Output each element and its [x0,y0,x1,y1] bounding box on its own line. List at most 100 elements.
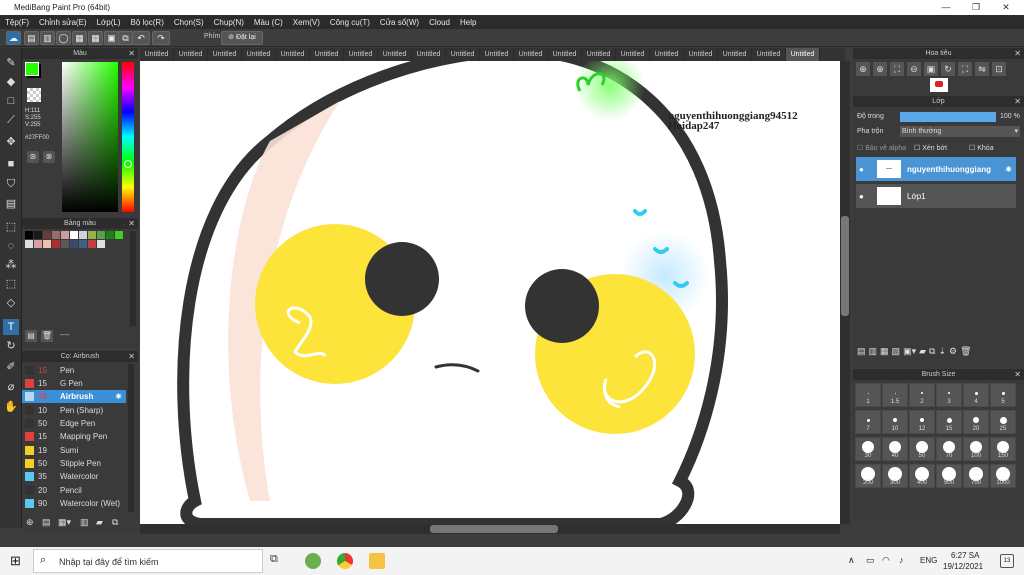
select-pen-icon[interactable]: ⬚ [3,276,19,292]
brush-size-option[interactable]: 50 [909,437,935,461]
gear-icon[interactable]: ✷ [1005,165,1012,174]
brush-size-option[interactable]: 70 [936,437,962,461]
menu-color[interactable]: Màu (C) [249,18,288,27]
brush-size-option[interactable]: 1000 [990,464,1016,488]
tab-document[interactable]: Untitled [140,48,174,61]
bucket-tool-icon[interactable]: ⛉ [3,176,19,192]
folder-icon[interactable]: ▰ [96,517,103,528]
network-icon[interactable]: ◠ [882,555,890,566]
menu-select[interactable]: Chọn(S) [169,18,209,27]
brush-item[interactable]: 50 Edge Pen [22,417,126,430]
menu-window[interactable]: Cửa sổ(W) [375,18,424,27]
brush-size-option[interactable]: 7 [855,410,881,434]
language-indicator[interactable]: ENG [920,556,937,565]
menu-tools[interactable]: Công cụ(T) [325,18,375,27]
hand-tool-icon[interactable]: ✋ [3,399,19,415]
brush-size-option[interactable]: 200 [855,464,881,488]
save-icon[interactable]: ▦ [72,31,87,45]
lock-icon[interactable]: ⊡ [992,62,1006,76]
zoom-in-icon[interactable]: ⊕ [873,62,887,76]
palette-swatch[interactable] [61,231,69,239]
open-icon[interactable]: ▥ [40,31,55,45]
lasso-tool-icon[interactable]: ◌ [3,238,19,254]
menu-cloud[interactable]: Cloud [424,18,455,27]
lock-checkbox[interactable]: ☐ Khóa [969,144,994,152]
tab-document[interactable]: Untitled [446,48,480,61]
brush-item[interactable]: 15 Pen [22,364,126,377]
brush-size-option[interactable]: 25 [990,410,1016,434]
folder-icon[interactable]: ▰ [919,346,926,362]
brush-scrollbar[interactable] [128,364,134,512]
cloud-icon[interactable]: ☁ [6,31,21,45]
color-mix-icon[interactable]: ⊗ [43,151,55,163]
close-icon[interactable]: ✕ [128,48,135,59]
chrome-app-icon[interactable] [337,553,353,569]
add-palette-icon[interactable]: ▤ [25,330,37,342]
speech-bubble-icon[interactable]: ◯ [56,31,71,45]
eraser-tool-icon[interactable]: ◆ [3,74,19,90]
hue-handle[interactable] [124,160,132,168]
palette-swatch[interactable] [79,231,87,239]
add-brush-icon[interactable]: ⊕ [26,517,34,528]
brush-size-option[interactable]: 300 [882,464,908,488]
new-halftone-layer-icon[interactable]: ▥ [869,346,878,362]
tab-document[interactable]: Untitled [378,48,412,61]
palette-swatch[interactable] [70,240,78,248]
fit-icon[interactable]: ⛶ [958,62,972,76]
transform-icon[interactable]: ⧉ [118,31,133,45]
new-brush-icon[interactable]: ▤ [42,517,51,528]
palette-swatch[interactable] [25,231,33,239]
brush-size-option[interactable]: 700 [963,464,989,488]
gradient-tool-icon[interactable]: ▤ [3,196,19,212]
palette-swatch[interactable] [43,240,51,248]
opacity-slider[interactable] [900,112,996,122]
navigator-preview[interactable] [930,78,948,92]
duplicate-icon[interactable]: ⧉ [112,517,118,528]
tab-document[interactable]: Untitled [208,48,242,61]
saturation-value-picker[interactable] [62,62,118,212]
actual-size-icon[interactable]: ▣ [924,62,938,76]
brush-item-airbrush[interactable]: 70 Airbrush ✷ [22,390,126,403]
canvas-vertical-scrollbar[interactable] [840,61,850,524]
medibang-app-icon[interactable] [305,553,321,569]
close-button[interactable]: ✕ [992,0,1020,15]
new-8bit-layer-icon[interactable]: ▦ [880,346,889,362]
brush-item[interactable]: 20 Pencil [22,484,126,497]
battery-icon[interactable]: ▭ [866,555,875,566]
brush-size-option[interactable]: 3 [936,383,962,407]
clock-date[interactable]: 19/12/2021 [943,562,983,571]
brush-size-option[interactable]: 1.5 [882,383,908,407]
flip-icon[interactable]: ⇋ [975,62,989,76]
redo-icon[interactable]: ↷ [152,31,170,45]
tab-document[interactable]: Untitled [548,48,582,61]
chevron-up-icon[interactable]: ∧ [848,555,855,566]
notification-badge[interactable]: 13 [1000,554,1014,568]
tab-document[interactable]: Untitled [616,48,650,61]
operation-tool-icon[interactable]: ↻ [3,338,19,354]
tab-document[interactable]: Untitled [684,48,718,61]
brush-item[interactable]: 90 Watercolor (Wet) [22,497,126,510]
brush-size-option[interactable]: 15 [936,410,962,434]
undo-icon[interactable]: ↶ [132,31,150,45]
tab-document[interactable]: Untitled [718,48,752,61]
panels-icon[interactable]: ▣ [104,31,119,45]
brush-size-option[interactable]: 150 [990,437,1016,461]
zoom-out-icon[interactable]: ⊖ [907,62,921,76]
drawing-canvas[interactable]: nguyenthihuonggiang94512 Hoidap247 [140,61,840,524]
brush-item[interactable]: 50 Stipple Pen [22,457,126,470]
tab-document[interactable]: Untitled [480,48,514,61]
brush-item[interactable]: 15 Mapping Pen [22,430,126,443]
palette-swatch[interactable] [43,231,51,239]
vertical-scroll-thumb[interactable] [841,216,849,316]
palette-swatch[interactable] [52,240,60,248]
blend-mode-select[interactable]: Bình thường ▾ [900,126,1020,137]
rect-tool-icon[interactable]: □ [3,93,19,109]
file-explorer-icon[interactable] [369,553,385,569]
duplicate-layer-icon[interactable]: ⧉ [929,346,935,362]
palette-swatch[interactable] [52,231,60,239]
gear-icon[interactable]: ✷ [115,392,122,401]
menu-layer[interactable]: Lớp(L) [92,18,126,27]
menu-filter[interactable]: Bộ lọc(R) [126,18,169,27]
tab-document-active[interactable]: Untitled [786,48,820,61]
hue-slider[interactable] [122,62,134,212]
